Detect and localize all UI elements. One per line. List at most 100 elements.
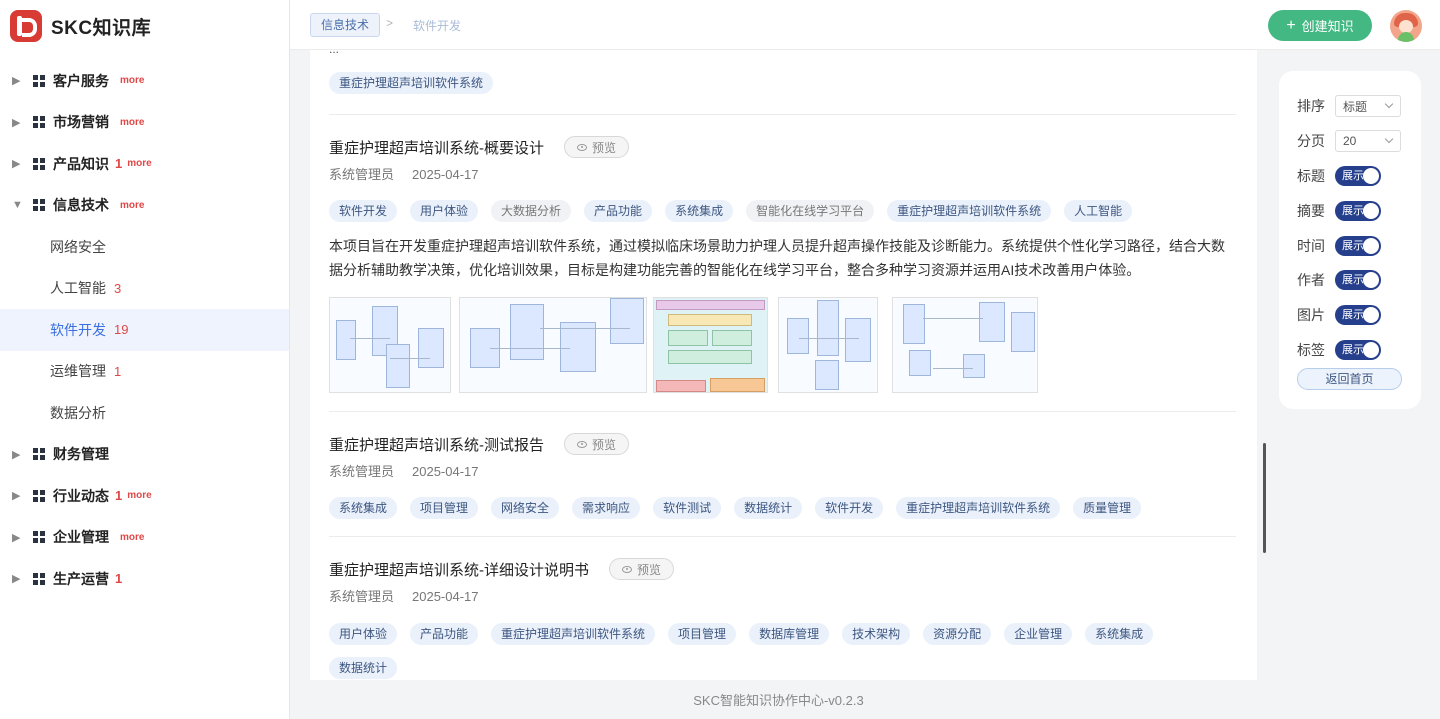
diagram-thumbnail[interactable] bbox=[778, 297, 878, 393]
caret-right-icon[interactable]: ▶ bbox=[12, 74, 26, 87]
sidebar-item-label: 客户服务 bbox=[53, 72, 109, 89]
tag[interactable]: 系统集成 bbox=[1085, 623, 1154, 645]
sort-select[interactable]: 标题 bbox=[1335, 95, 1401, 117]
tag[interactable]: 大数据分析 bbox=[491, 200, 572, 222]
sidebar-item-more[interactable]: more bbox=[127, 158, 151, 169]
sidebar-item[interactable]: ▶ 行业动态 1 more bbox=[0, 475, 289, 517]
tag[interactable]: 数据统计 bbox=[734, 497, 803, 519]
tag[interactable]: 资源分配 bbox=[923, 623, 992, 645]
breadcrumb-current: 软件开发 bbox=[413, 19, 462, 33]
article-title[interactable]: 重症护理超声培训系统-概要设计 bbox=[329, 137, 544, 158]
show-toggle[interactable]: 展示 bbox=[1335, 270, 1381, 291]
article-title[interactable]: 重症护理超声培训系统-详细设计说明书 bbox=[329, 559, 589, 580]
sidebar-subitem[interactable]: 数据分析 bbox=[0, 392, 289, 434]
show-toggle[interactable]: 展示 bbox=[1335, 340, 1381, 360]
display-toggle-row: 图片 展示 bbox=[1297, 304, 1381, 326]
tag[interactable]: 产品功能 bbox=[584, 200, 653, 222]
create-knowledge-button[interactable]: + 创建知识 bbox=[1268, 10, 1372, 41]
caret-right-icon[interactable]: ▶ bbox=[12, 157, 26, 170]
sidebar-item-label: 信息技术 bbox=[53, 197, 109, 214]
tag[interactable]: 用户体验 bbox=[329, 623, 398, 645]
tag[interactable]: 人工智能 bbox=[1064, 200, 1133, 222]
tag[interactable]: 系统集成 bbox=[329, 497, 398, 519]
tag[interactable]: 重症护理超声培训软件系统 bbox=[329, 72, 494, 94]
logo[interactable]: SKC知识库 bbox=[10, 9, 151, 43]
article-author: 系统管理员 bbox=[329, 167, 395, 182]
article-title[interactable]: 重症护理超声培训系统-测试报告 bbox=[329, 434, 544, 455]
tag[interactable]: 用户体验 bbox=[410, 200, 479, 222]
tag[interactable]: 智能化在线学习平台 bbox=[746, 200, 875, 222]
tag[interactable]: 软件开发 bbox=[815, 497, 884, 519]
sidebar-subitem[interactable]: 运维管理 1 bbox=[0, 351, 289, 393]
tag[interactable]: 网络安全 bbox=[491, 497, 560, 519]
caret-down-icon[interactable]: ▼ bbox=[12, 199, 26, 211]
sidebar-item-more[interactable]: more bbox=[120, 200, 144, 211]
toggle-label: 时间 bbox=[1297, 237, 1325, 254]
caret-right-icon[interactable]: ▶ bbox=[12, 448, 26, 461]
caret-right-icon[interactable]: ▶ bbox=[12, 531, 26, 544]
create-knowledge-label: 创建知识 bbox=[1301, 19, 1354, 34]
tag[interactable]: 重症护理超声培训软件系统 bbox=[896, 497, 1061, 519]
avatar[interactable] bbox=[1390, 10, 1422, 42]
sidebar-item-more[interactable]: more bbox=[120, 75, 144, 86]
tag[interactable]: 质量管理 bbox=[1073, 497, 1142, 519]
sidebar-item-label: 财务管理 bbox=[53, 446, 109, 463]
sidebar-item[interactable]: ▶ 产品知识 1 more bbox=[0, 143, 289, 185]
article-tags: 软件开发 用户体验 大数据分析 产品功能 系统集成 智能化在线学习平台 重症护理超声培训软件… bbox=[329, 200, 1239, 222]
preview-button[interactable]: 预览 bbox=[564, 433, 630, 455]
back-home-button[interactable]: 返回首页 bbox=[1297, 368, 1402, 390]
tag[interactable]: 数据库管理 bbox=[749, 623, 830, 645]
category-grid-icon bbox=[33, 116, 45, 129]
sidebar-item-more[interactable]: more bbox=[127, 490, 151, 501]
sidebar: SKC知识库 ▶ 客户服务 more ▶ 市场营销 more ▶ 产品知识 1 more ▼ 信息技术… bbox=[0, 0, 290, 719]
sidebar-subitem[interactable]: 网络安全 bbox=[0, 226, 289, 268]
caret-right-icon[interactable]: ▶ bbox=[12, 489, 26, 502]
caret-right-icon[interactable]: ▶ bbox=[12, 116, 26, 129]
tag[interactable]: 软件开发 bbox=[329, 200, 398, 222]
show-toggle[interactable]: 展示 bbox=[1335, 166, 1381, 186]
tag[interactable]: 项目管理 bbox=[410, 497, 479, 519]
tag[interactable]: 重症护理超声培训软件系统 bbox=[491, 623, 656, 645]
show-toggle[interactable]: 展示 bbox=[1335, 200, 1381, 221]
preview-button[interactable]: 预览 bbox=[609, 558, 675, 580]
article-date: 2025-04-17 bbox=[412, 589, 479, 604]
tag[interactable]: 软件测试 bbox=[653, 497, 722, 519]
preview-button[interactable]: 预览 bbox=[564, 136, 630, 158]
tag[interactable]: 系统集成 bbox=[665, 200, 734, 222]
previous-article-summary-tail: ... bbox=[329, 50, 339, 56]
sidebar-item[interactable]: ▶ 客户服务 more bbox=[0, 60, 289, 102]
tag[interactable]: 产品功能 bbox=[410, 623, 479, 645]
sidebar-item[interactable]: ▶ 市场营销 more bbox=[0, 102, 289, 144]
tag[interactable]: 项目管理 bbox=[668, 623, 737, 645]
diagram-thumbnail[interactable] bbox=[892, 297, 1038, 393]
eye-icon bbox=[577, 143, 587, 151]
article-author: 系统管理员 bbox=[329, 589, 395, 604]
breadcrumb-root[interactable]: 信息技术 bbox=[310, 13, 381, 37]
sidebar-item[interactable]: ▶ 财务管理 bbox=[0, 434, 289, 476]
diagram-thumbnail[interactable] bbox=[329, 297, 451, 393]
diagram-thumbnail[interactable] bbox=[459, 297, 647, 393]
tag[interactable]: 需求响应 bbox=[572, 497, 641, 519]
content-scrollbar[interactable] bbox=[1263, 443, 1266, 553]
sidebar-item[interactable]: ▼ 信息技术 more bbox=[0, 185, 289, 227]
sidebar-item[interactable]: ▶ 企业管理 more bbox=[0, 517, 289, 559]
eye-icon bbox=[577, 440, 587, 448]
sidebar-subitem[interactable]: 人工智能 3 bbox=[0, 268, 289, 310]
caret-right-icon[interactable]: ▶ bbox=[12, 572, 26, 585]
show-toggle[interactable]: 展示 bbox=[1335, 235, 1381, 256]
sidebar-item-more[interactable]: more bbox=[120, 532, 144, 543]
tag[interactable]: 重症护理超声培训软件系统 bbox=[887, 200, 1052, 222]
architecture-thumbnail[interactable] bbox=[653, 297, 768, 393]
toggle-label: 摘要 bbox=[1297, 202, 1325, 219]
divider bbox=[329, 114, 1236, 115]
sidebar-item[interactable]: ▶ 生产运营 1 bbox=[0, 558, 289, 600]
display-toggle-row: 摘要 展示 bbox=[1297, 200, 1381, 222]
divider bbox=[329, 536, 1236, 537]
tag[interactable]: 技术架构 bbox=[842, 623, 911, 645]
tag[interactable]: 数据统计 bbox=[329, 657, 398, 679]
page-size-select[interactable]: 20 bbox=[1335, 130, 1401, 152]
sidebar-subitem[interactable]: 软件开发 19 bbox=[0, 309, 289, 351]
sidebar-item-more[interactable]: more bbox=[120, 117, 144, 128]
show-toggle[interactable]: 展示 bbox=[1335, 305, 1381, 326]
tag[interactable]: 企业管理 bbox=[1004, 623, 1073, 645]
